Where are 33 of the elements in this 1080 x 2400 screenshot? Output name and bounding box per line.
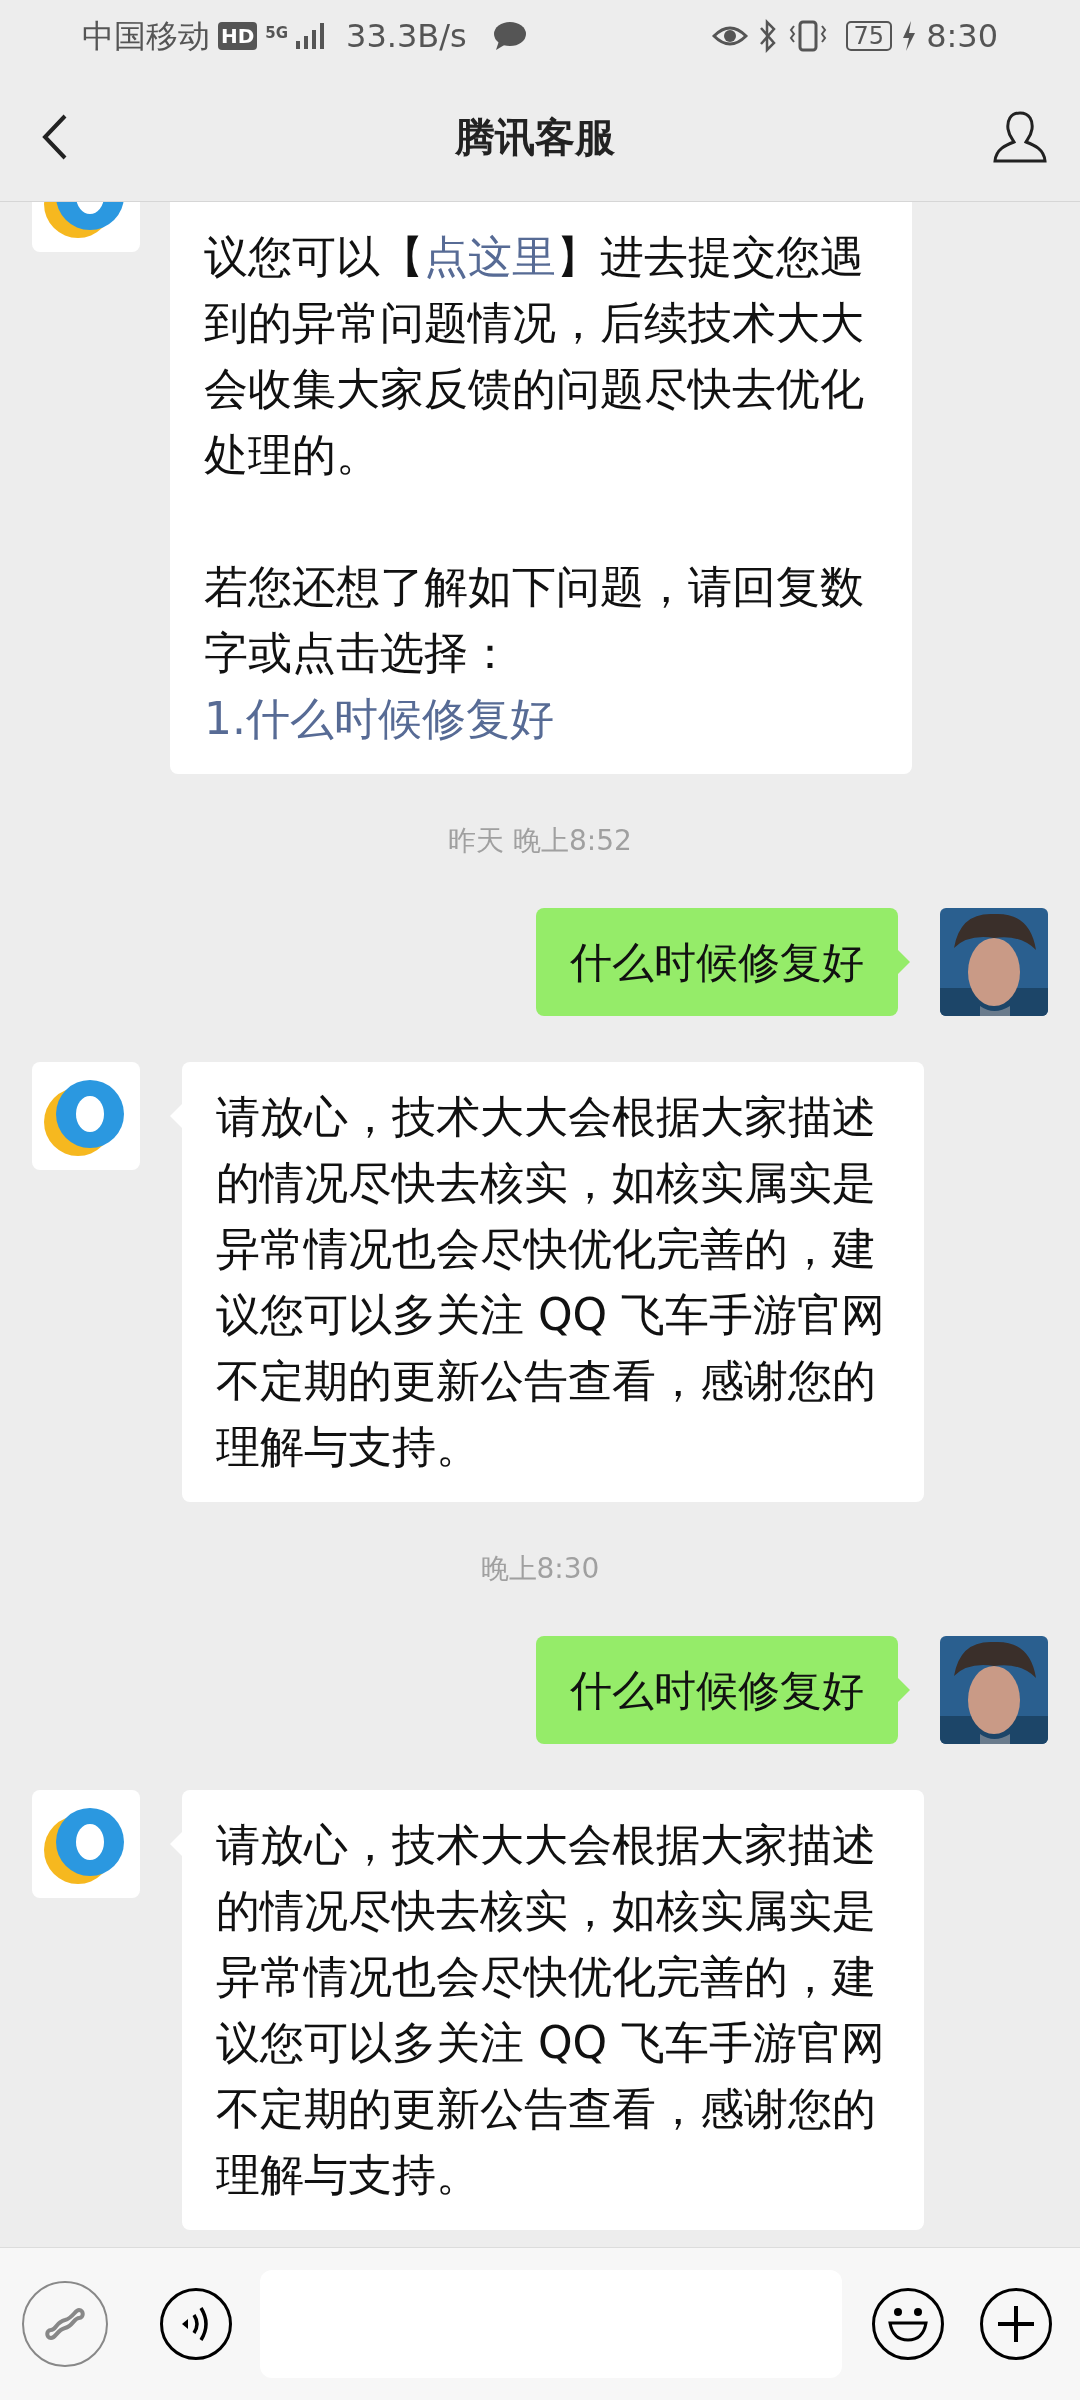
bluetooth-icon (757, 19, 778, 53)
network-label: 5G (265, 26, 289, 41)
sent-message-bubble: 什么时候修复好 (536, 908, 898, 1016)
timestamp: 晚上8:30 (480, 1551, 600, 1587)
battery-indicator: 75 (845, 21, 893, 51)
bubble-tail (898, 950, 910, 974)
charging-icon (902, 21, 917, 51)
message-text: 请放心，技术大大会根据大家描述的情况尽快去核实，如核实属实是异常情况也会尽快优化完善的，建议您可以多关注 QQ 飞车手游官网不定期的更新公告查看，感谢您的理解与支持。 (216, 1818, 887, 2202)
vibrate-icon (787, 20, 828, 52)
back-icon (41, 112, 69, 161)
message-icon (492, 21, 527, 51)
signal-icon (296, 23, 327, 49)
voice-button[interactable] (160, 2288, 232, 2360)
avatar-icon (32, 1062, 140, 1170)
message-text: 若您还想了解如下问题，请回复数字或点击选择： (204, 560, 865, 680)
timestamp: 昨天 晚上8:52 (448, 823, 632, 859)
sent-message-bubble: 什么时候修复好 (536, 1636, 898, 1744)
clock: 8:30 (926, 16, 998, 57)
hd-badge: HD (218, 22, 258, 50)
message-text: 请放心，技术大大会根据大家描述的情况尽快去核实，如核实属实是异常情况也会尽快优化完善的，建议您可以多关注 QQ 飞车手游官网不定期的更新公告查看，感谢您的理解与支持。 (216, 1090, 887, 1474)
option-link[interactable]: 1.什么时候修复好 (204, 686, 554, 752)
add-button[interactable] (980, 2288, 1052, 2360)
speed-label: 33.3B/s (346, 16, 467, 57)
eye-icon (711, 24, 748, 48)
carrier-label: 中国移动 (82, 16, 210, 57)
chat-title: 腾讯客服 (455, 112, 615, 162)
plus-icon (996, 2304, 1036, 2344)
message-link[interactable]: 点这里 (424, 231, 556, 282)
avatar-icon (32, 1790, 140, 1898)
message-text: 议您可以【点这里】进去提交您遇到的异常问题情况，后续技术大大会收集大家反馈的问题尽快去优化处理的。 (204, 230, 865, 482)
mini-program-button[interactable] (22, 2281, 108, 2367)
emoji-button[interactable] (872, 2288, 944, 2360)
bubble-tail (898, 1678, 910, 1702)
